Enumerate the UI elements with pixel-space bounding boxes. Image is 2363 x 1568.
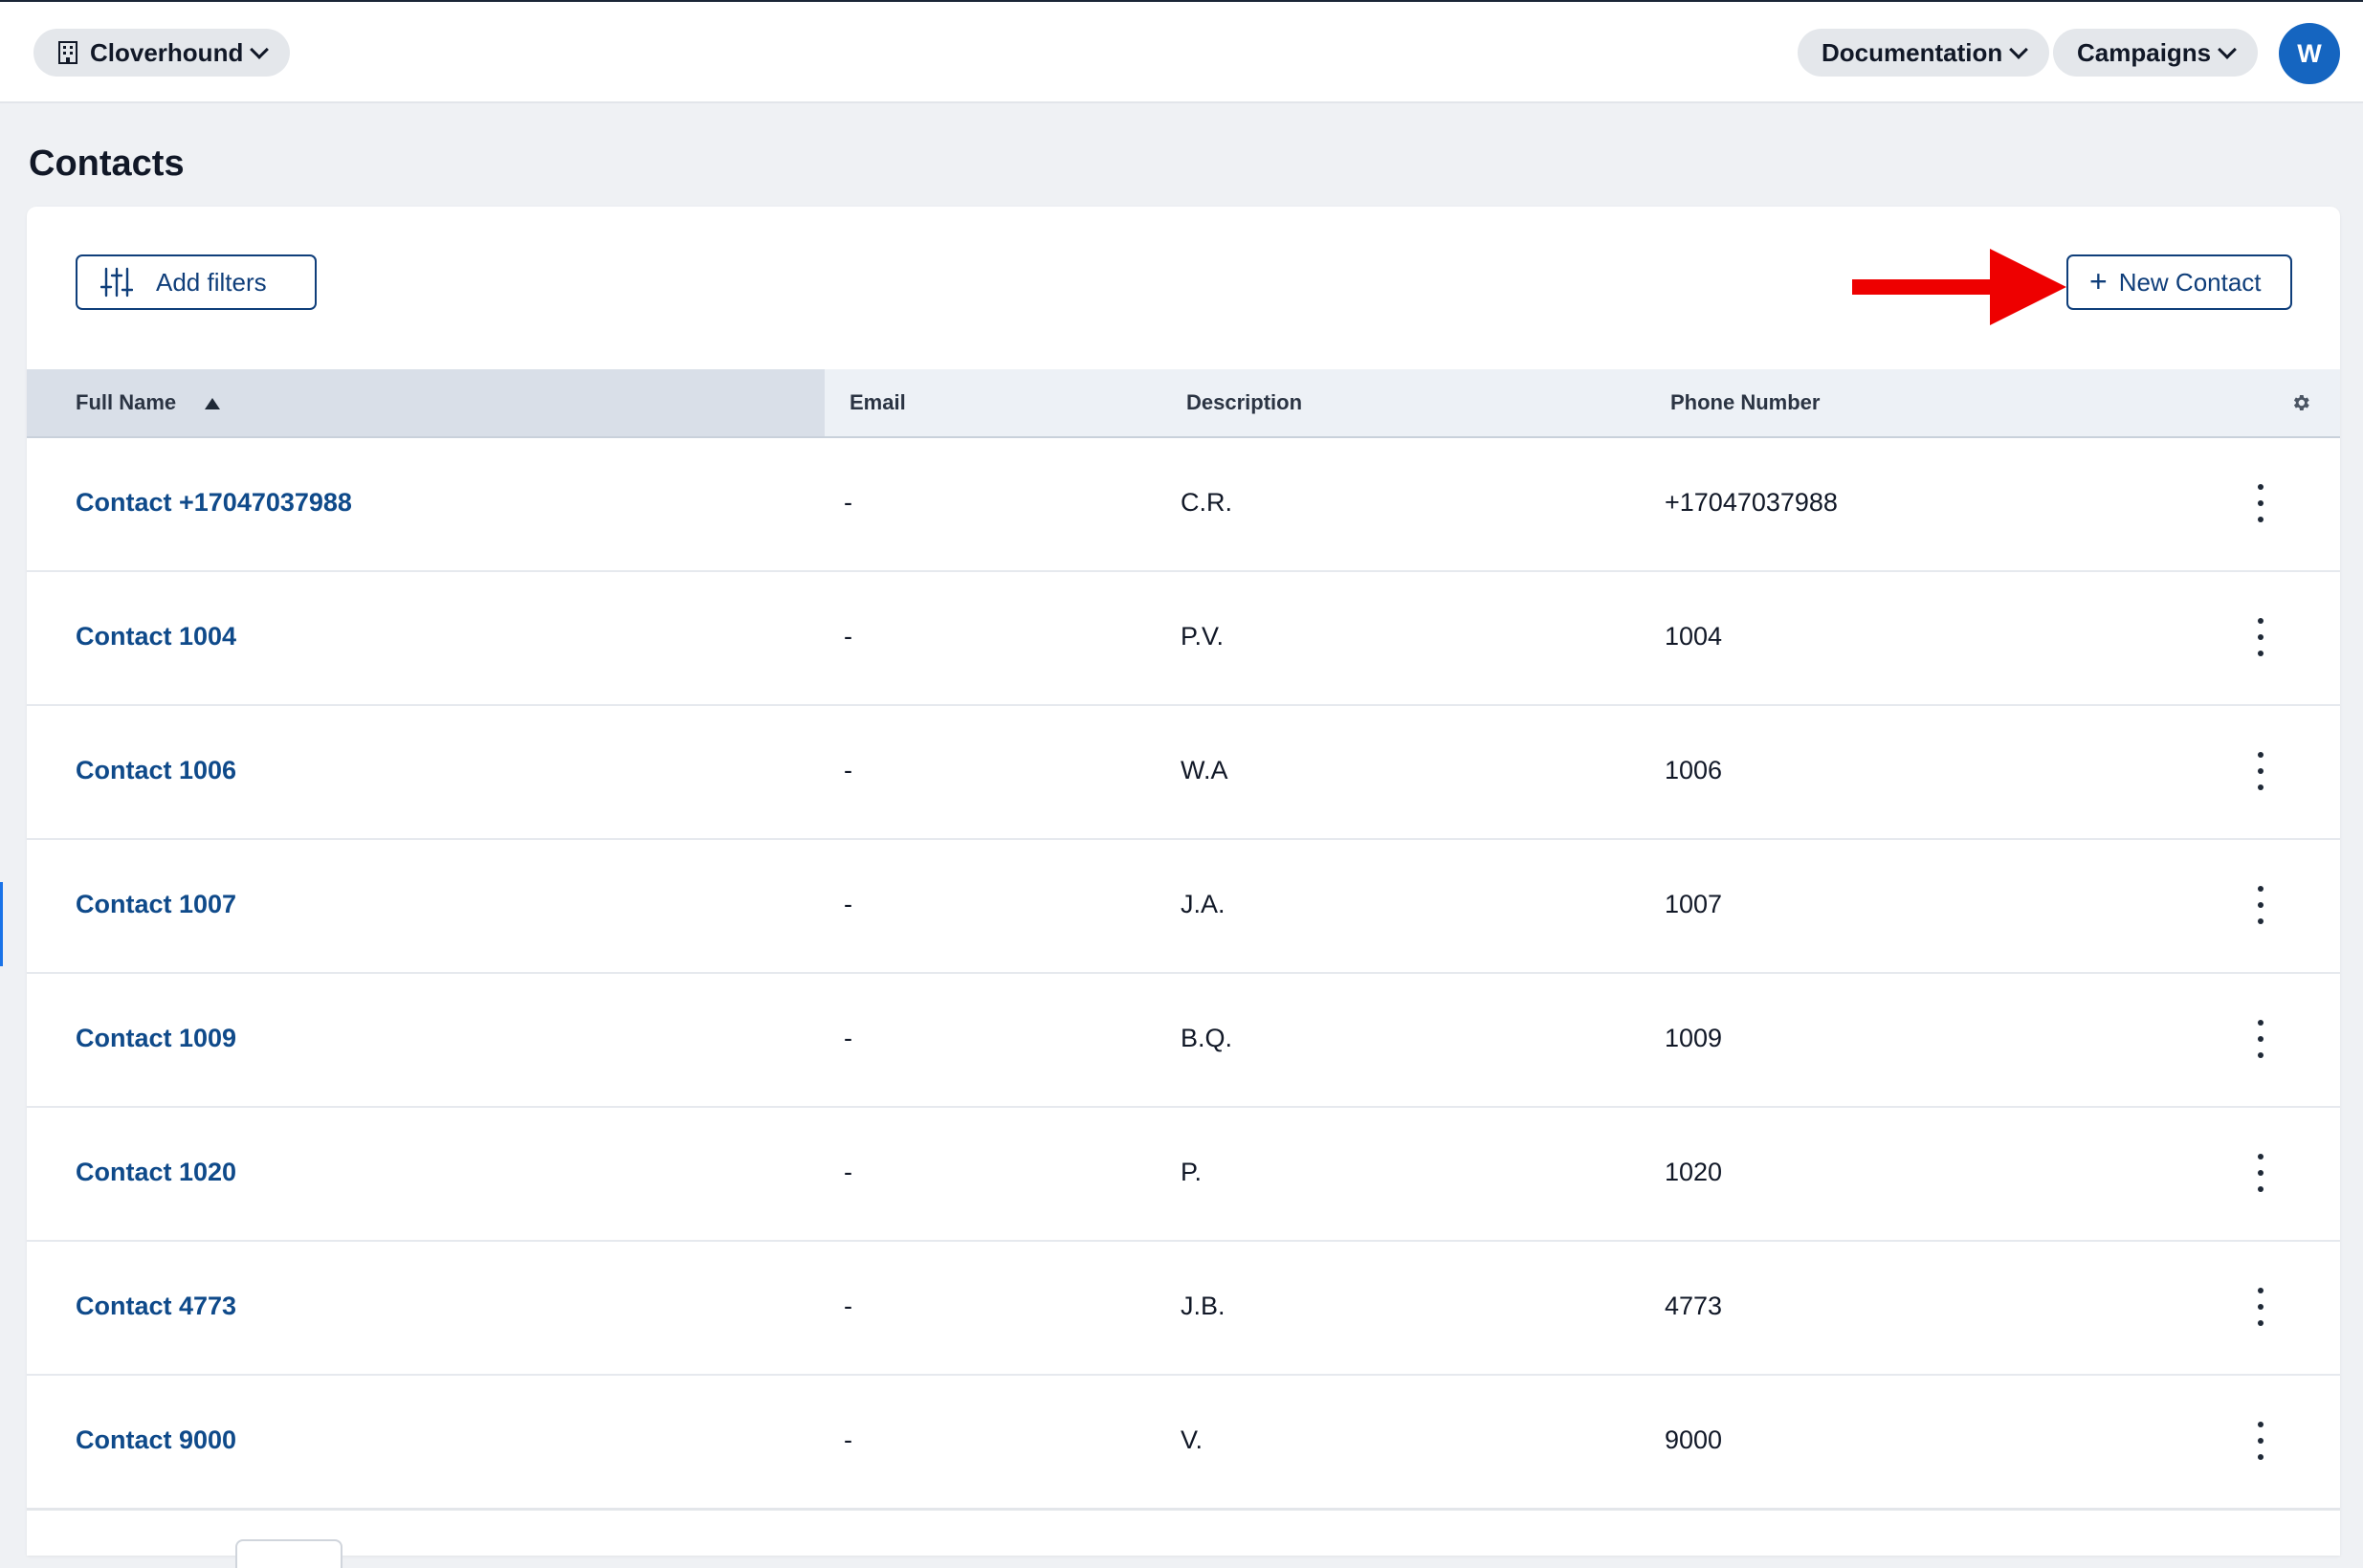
gear-icon[interactable]: [2290, 392, 2311, 413]
contact-phone: 9000: [1665, 1425, 1723, 1454]
table-header: Full Name Email Description Phone Number: [27, 369, 2340, 438]
contact-description: P.: [1181, 1158, 1203, 1186]
table-footer-divider: [27, 1508, 2340, 1511]
more-vertical-icon[interactable]: [2246, 618, 2275, 656]
documentation-menu[interactable]: Documentation: [1798, 29, 2050, 77]
table-row: Contact 1009 - B.Q. 1009: [27, 974, 2340, 1108]
contact-email: -: [844, 890, 852, 918]
contact-phone: +17047037988: [1665, 488, 1838, 517]
contact-description: J.B.: [1181, 1292, 1226, 1320]
sliders-icon: [100, 267, 133, 298]
campaigns-label: Campaigns: [2077, 37, 2212, 67]
contact-description: W.A: [1181, 756, 1228, 784]
contact-description: C.R.: [1181, 488, 1232, 517]
chevron-down-icon: [2009, 39, 2029, 59]
new-contact-label: New Contact: [2118, 267, 2262, 297]
contact-email: -: [844, 1158, 852, 1186]
documentation-label: Documentation: [1822, 37, 2003, 67]
more-vertical-icon[interactable]: [2246, 752, 2275, 790]
contact-name-link[interactable]: Contact 1007: [76, 890, 236, 919]
contact-name-link[interactable]: Contact 1009: [76, 1024, 236, 1053]
contact-email: -: [844, 1425, 852, 1454]
page-size-select[interactable]: [235, 1539, 342, 1568]
table-row: Contact 4773 - J.B. 4773: [27, 1242, 2340, 1376]
more-vertical-icon[interactable]: [2246, 1020, 2275, 1058]
avatar-initial: W: [2297, 38, 2322, 68]
contact-email: -: [844, 1024, 852, 1052]
building-icon: [58, 41, 77, 64]
annotation-red-arrow: [1852, 249, 2066, 325]
contact-name-link[interactable]: Contact 9000: [76, 1425, 236, 1455]
contact-email: -: [844, 1292, 852, 1320]
contact-description: V.: [1181, 1425, 1204, 1454]
user-avatar[interactable]: W: [2279, 23, 2340, 84]
contact-phone: 1009: [1665, 1024, 1723, 1052]
contact-email: -: [844, 756, 852, 784]
more-vertical-icon[interactable]: [2246, 886, 2275, 924]
new-contact-button[interactable]: + New Contact: [2066, 254, 2292, 310]
column-header-email[interactable]: Email: [850, 390, 906, 415]
page-title: Contacts: [29, 144, 185, 184]
add-filters-label: Add filters: [156, 267, 267, 297]
chevron-down-icon: [2218, 39, 2238, 59]
add-filters-button[interactable]: Add filters: [76, 254, 317, 310]
column-header-full-name[interactable]: Full Name: [76, 390, 176, 415]
contact-description: J.A.: [1181, 890, 1226, 918]
chevron-down-icon: [250, 39, 270, 59]
column-header-description[interactable]: Description: [1186, 390, 1302, 415]
contact-phone: 4773: [1665, 1292, 1723, 1320]
contact-name-link[interactable]: Contact +17047037988: [76, 488, 352, 518]
more-vertical-icon[interactable]: [2246, 484, 2275, 522]
contact-email: -: [844, 622, 852, 651]
plus-icon: +: [2089, 263, 2108, 298]
contact-description: B.Q.: [1181, 1024, 1233, 1052]
more-vertical-icon[interactable]: [2246, 1422, 2275, 1460]
contact-name-link[interactable]: Contact 1020: [76, 1158, 236, 1187]
contact-name-link[interactable]: Contact 1004: [76, 622, 236, 651]
more-vertical-icon[interactable]: [2246, 1154, 2275, 1192]
contact-phone: 1020: [1665, 1158, 1723, 1186]
campaigns-menu[interactable]: Campaigns: [2053, 29, 2259, 77]
table-row: Contact 1004 - P.V. 1004: [27, 572, 2340, 706]
contact-name-link[interactable]: Contact 1006: [76, 756, 236, 785]
contact-email: -: [844, 488, 852, 517]
org-switcher[interactable]: Cloverhound: [33, 29, 291, 77]
sort-ascending-icon[interactable]: [205, 398, 220, 409]
contact-phone: 1004: [1665, 622, 1723, 651]
contacts-card: Add filters + New Contact Full Name Emai…: [27, 207, 2340, 1568]
table-row: Contact 9000 - V. 9000: [27, 1376, 2340, 1510]
contact-name-link[interactable]: Contact 4773: [76, 1292, 236, 1321]
contact-description: P.V.: [1181, 622, 1225, 651]
more-vertical-icon[interactable]: [2246, 1288, 2275, 1326]
contact-phone: 1007: [1665, 890, 1723, 918]
table-row: Contact 1020 - P. 1020: [27, 1108, 2340, 1242]
contact-phone: 1006: [1665, 756, 1723, 784]
table-row: Contact 1007 - J.A. 1007: [27, 840, 2340, 974]
org-name: Cloverhound: [90, 37, 244, 67]
table-row: Contact +17047037988 - C.R. +17047037988: [27, 438, 2340, 572]
table-row: Contact 1006 - W.A 1006: [27, 706, 2340, 840]
top-bar: Cloverhound Documentation Campaigns W: [0, 0, 2363, 103]
left-accent-mid: [0, 882, 3, 966]
column-header-phone-number[interactable]: Phone Number: [1670, 390, 1820, 415]
